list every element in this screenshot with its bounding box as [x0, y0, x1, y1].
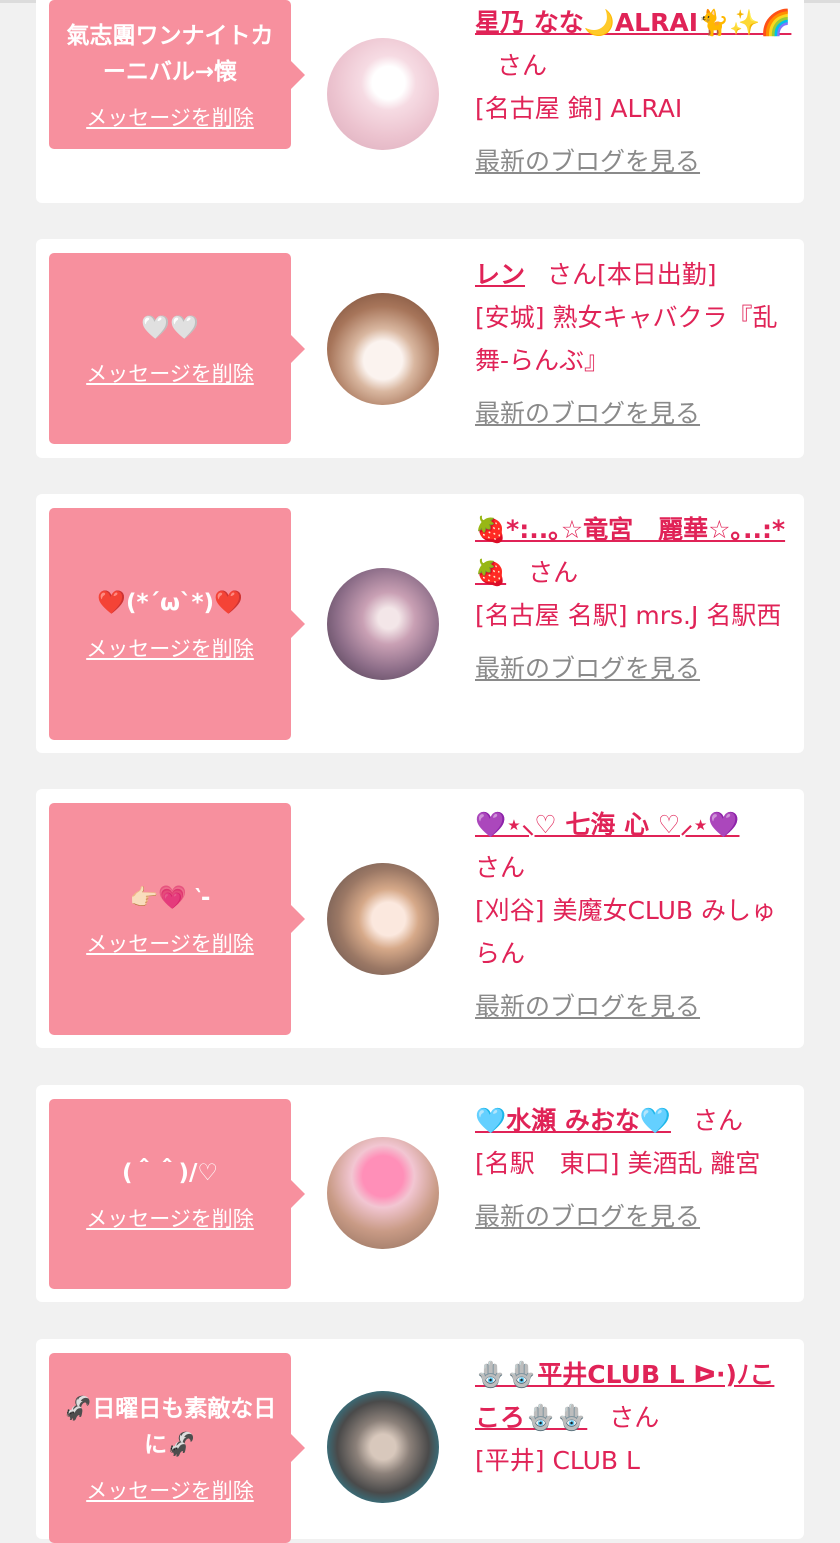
shop-name: [名古屋 錦] ALRAI: [475, 94, 683, 123]
message-bubble: ❤️(*´ω`*)❤️ メッセージを削除: [49, 508, 305, 740]
avatar[interactable]: [327, 293, 439, 405]
delete-message-link[interactable]: メッセージを削除: [86, 102, 254, 132]
cast-name-link[interactable]: 星乃 なな🌙ALRAI🐈✨🌈: [475, 8, 791, 37]
latest-blog-link[interactable]: 最新のブログを見る: [475, 1195, 795, 1238]
avatar[interactable]: [327, 38, 439, 150]
honorific: さん: [528, 558, 579, 587]
message-bubble: (＾＾)/♡ メッセージを削除: [49, 1099, 305, 1289]
cast-info: 💜⋆⸜♡ 七海 心 ♡⸝⋆💜 さん [刈谷] 美魔女CLUB みしゅらん 最新の…: [475, 803, 795, 1028]
cast-info: レン さん[本日出勤] [安城] 熟女キャバクラ『乱舞-らんぶ』 最新のブログを見…: [475, 253, 795, 435]
message-text: (＾＾)/♡: [121, 1160, 219, 1186]
message-text: 🦨日曜日も素敵な日に🦨: [63, 1396, 277, 1458]
shop-name: [安城] 熟女キャバクラ『乱舞-らんぶ』: [475, 303, 778, 375]
message-card: 🦨日曜日も素敵な日に🦨 メッセージを削除 🪬🪬平井CLUB L ᐅ·)ﾉこころ🪬…: [36, 1339, 804, 1543]
latest-blog-link[interactable]: 最新のブログを見る: [475, 140, 795, 183]
delete-message-link[interactable]: メッセージを削除: [86, 358, 254, 388]
delete-message-link[interactable]: メッセージを削除: [86, 1475, 254, 1505]
honorific: さん: [475, 853, 526, 882]
honorific: さん: [692, 1106, 743, 1135]
delete-message-link[interactable]: メッセージを削除: [86, 928, 254, 958]
message-text: 👉🏻💗 ‵-: [129, 885, 211, 911]
avatar[interactable]: [327, 1137, 439, 1249]
latest-blog-link[interactable]: 最新のブログを見る: [475, 392, 795, 435]
cast-info: 🍓*:..｡☆竜宮 麗華☆｡..:*🍓 さん [名古屋 名駅] mrs.J 名駅西…: [475, 508, 795, 690]
message-card: 氣志團ワンナイトカーニバル→懐 メッセージを削除 星乃 なな🌙ALRAI🐈✨🌈 さ…: [36, 0, 804, 203]
message-bubble: 🤍🤍 メッセージを削除: [49, 253, 305, 444]
attendance-badge: [本日出勤]: [597, 260, 717, 289]
avatar[interactable]: [327, 1391, 439, 1503]
latest-blog-link[interactable]: 最新のブログを見る: [475, 985, 795, 1028]
shop-name: [刈谷] 美魔女CLUB みしゅらん: [475, 896, 776, 968]
cast-name-link[interactable]: 🩵水瀬 みおな🩵: [475, 1106, 671, 1135]
honorific: さん: [547, 260, 598, 289]
delete-message-link[interactable]: メッセージを削除: [86, 1203, 254, 1233]
message-text: ❤️(*´ω`*)❤️: [97, 590, 243, 616]
message-card: 🤍🤍 メッセージを削除 レン さん[本日出勤] [安城] 熟女キャバクラ『乱舞-ら…: [36, 239, 804, 458]
cast-name-link[interactable]: 🍓*:..｡☆竜宮 麗華☆｡..:*🍓: [475, 515, 785, 587]
message-text: 氣志團ワンナイトカーニバル→懐: [66, 22, 274, 85]
cast-info: 🪬🪬平井CLUB L ᐅ·)ﾉこころ🪬🪬 さん [平井] CLUB L: [475, 1353, 795, 1482]
honorific: さん: [497, 51, 548, 80]
message-card: ❤️(*´ω`*)❤️ メッセージを削除 🍓*:..｡☆竜宮 麗華☆｡..:*🍓…: [36, 494, 804, 753]
shop-name: [名古屋 名駅] mrs.J 名駅西: [475, 601, 782, 630]
message-bubble: 氣志團ワンナイトカーニバル→懐 メッセージを削除: [49, 0, 305, 149]
message-card: (＾＾)/♡ メッセージを削除 🩵水瀬 みおな🩵 さん [名駅 東口] 美酒乱 離…: [36, 1085, 804, 1302]
message-text: 🤍🤍: [141, 314, 199, 341]
cast-info: 星乃 なな🌙ALRAI🐈✨🌈 さん [名古屋 錦] ALRAI 最新のブログを見る: [475, 1, 795, 183]
cast-info: 🩵水瀬 みおな🩵 さん [名駅 東口] 美酒乱 離宮 最新のブログを見る: [475, 1099, 795, 1238]
shop-name: [名駅 東口] 美酒乱 離宮: [475, 1149, 761, 1178]
delete-message-link[interactable]: メッセージを削除: [86, 633, 254, 663]
cast-name-link[interactable]: レン: [475, 260, 525, 289]
avatar[interactable]: [327, 568, 439, 680]
cast-name-link[interactable]: 💜⋆⸜♡ 七海 心 ♡⸝⋆💜: [475, 810, 740, 839]
message-bubble: 👉🏻💗 ‵- メッセージを削除: [49, 803, 305, 1035]
shop-name: [平井] CLUB L: [475, 1446, 640, 1475]
message-card: 👉🏻💗 ‵- メッセージを削除 💜⋆⸜♡ 七海 心 ♡⸝⋆💜 さん [刈谷] 美…: [36, 789, 804, 1048]
avatar[interactable]: [327, 863, 439, 975]
honorific: さん: [609, 1403, 660, 1432]
message-bubble: 🦨日曜日も素敵な日に🦨 メッセージを削除: [49, 1353, 305, 1543]
latest-blog-link[interactable]: 最新のブログを見る: [475, 647, 795, 690]
